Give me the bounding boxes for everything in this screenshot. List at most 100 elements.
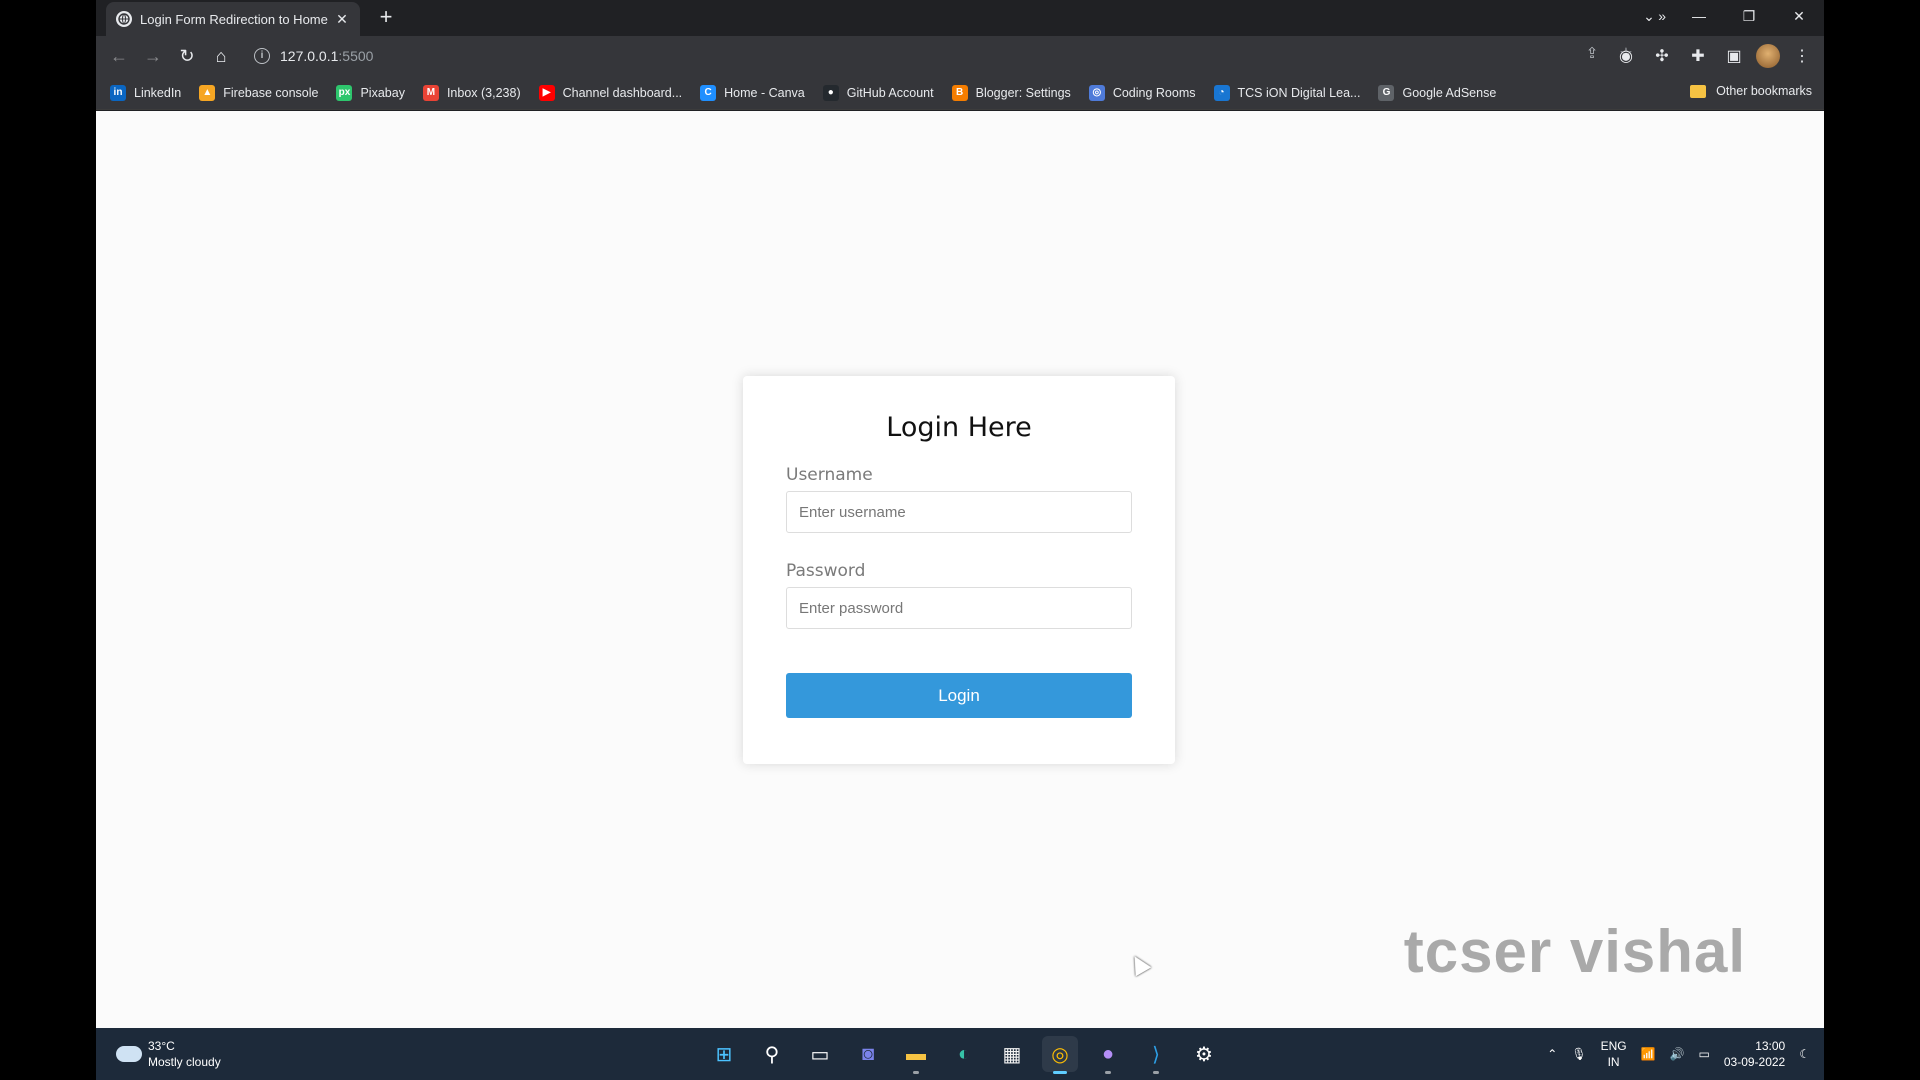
bookmark-label: LinkedIn [134, 85, 182, 100]
weather-widget[interactable]: 33°C Mostly cloudy [112, 1038, 221, 1070]
login-heading: Login Here [886, 412, 1032, 443]
login-button[interactable]: Login [786, 673, 1132, 718]
task-view-icon[interactable]: ▭ [802, 1036, 838, 1072]
bookmark-label: Firebase console [223, 85, 319, 100]
taskbar-apps: ⊞ ⚲ ▭ ◙ ▬ ◐ ▦ ◎ ● ⟩ ⚙ [706, 1036, 1222, 1074]
clock[interactable]: 13:00 03-09-2022 [1724, 1038, 1785, 1070]
settings-gear-icon[interactable]: ⚙ [1186, 1036, 1222, 1072]
tab-search-icon[interactable]: ⌄ [1624, 0, 1674, 32]
bookmark-label: Google AdSense [1402, 85, 1497, 100]
bookmark-label: Home - Canva [724, 85, 805, 100]
bookmark-item[interactable]: ◔ TCS iON Digital Lea... [1213, 84, 1360, 101]
search-icon[interactable]: ⚲ [754, 1036, 790, 1072]
github-icon: ● [822, 84, 839, 101]
reload-icon[interactable]: ↻ [170, 39, 204, 73]
bookmark-label: Coding Rooms [1112, 85, 1196, 100]
minimize-icon[interactable]: — [1674, 0, 1724, 32]
gmail-icon: M [422, 84, 439, 101]
bookmarks-bar: in LinkedIn ▲ Firebase console px Pixabay M Inb… [96, 76, 1824, 110]
language-indicator[interactable]: ENG IN [1601, 1038, 1627, 1070]
url-port: :5500 [338, 48, 374, 64]
tab-active[interactable]: Login Form Redirection to Home ✕ [106, 2, 360, 36]
notifications-icon[interactable]: ☾ [1799, 1047, 1810, 1061]
profile-avatar[interactable] [1756, 44, 1780, 68]
extension-icon[interactable]: ◉ [1612, 40, 1640, 72]
bookmark-item[interactable]: ▲ Firebase console [199, 84, 319, 101]
toolbar-extensions: ◉ ✣ ✚ ▣ ⋮ [1612, 40, 1816, 72]
tab-close-icon[interactable]: ✕ [334, 11, 350, 27]
tab-strip: Login Form Redirection to Home ✕ + ⌄ — ❐… [96, 0, 1824, 36]
bookmark-item[interactable]: ▶ Channel dashboard... [538, 84, 683, 101]
adsense-icon: G [1378, 84, 1395, 101]
blogger-icon: B [951, 84, 968, 101]
edge-icon[interactable]: ◐ [946, 1036, 982, 1072]
back-icon[interactable]: ← [102, 39, 136, 73]
bookmark-item[interactable]: M Inbox (3,238) [422, 84, 521, 101]
bookmark-label: Blogger: Settings [975, 85, 1071, 100]
firebase-icon: ▲ [199, 84, 216, 101]
language-code: ENG [1600, 1039, 1627, 1053]
window-controls: ⌄ — ❐ ✕ [1624, 0, 1824, 32]
restore-icon[interactable]: ❐ [1724, 0, 1774, 32]
bookmark-item[interactable]: ◎ Coding Rooms [1088, 84, 1196, 101]
taskbar: 33°C Mostly cloudy ⊞ ⚲ ▭ ◙ ▬ ◐ ▦ ◎ ● ⟩ ⚙… [96, 1028, 1824, 1080]
teams-chat-icon[interactable]: ◙ [850, 1036, 886, 1072]
pixabay-icon: px [336, 84, 353, 101]
tab-title: Login Form Redirection to Home [140, 11, 328, 27]
share-icon[interactable]: ⇪ [1582, 44, 1602, 64]
other-bookmarks-label: Other bookmarks [1716, 84, 1812, 98]
username-input[interactable] [786, 491, 1132, 533]
bookmarks-overflow-icon[interactable]: » [1658, 8, 1666, 24]
battery-icon[interactable]: ▭ [1699, 1047, 1710, 1061]
bookmark-item[interactable]: C Home - Canva [700, 84, 805, 101]
bookmark-item[interactable]: B Blogger: Settings [951, 84, 1071, 101]
new-tab-button[interactable]: + [374, 6, 398, 30]
extensions-puzzle-icon[interactable]: ✚ [1684, 40, 1712, 72]
menu-kebab-icon[interactable]: ⋮ [1788, 40, 1816, 72]
chrome-icon[interactable]: ◎ [1042, 1036, 1078, 1074]
forward-icon[interactable]: → [136, 39, 170, 73]
windows-start-icon[interactable]: ⊞ [706, 1036, 742, 1072]
bookmark-item[interactable]: G Google AdSense [1378, 84, 1497, 101]
browser-window: Login Form Redirection to Home ✕ + ⌄ — ❐… [96, 0, 1824, 1028]
youtube-icon: ▶ [538, 84, 555, 101]
microphone-icon[interactable]: 🎙 [1571, 1047, 1586, 1061]
bookmark-item[interactable]: ● GitHub Account [822, 84, 934, 101]
close-window-icon[interactable]: ✕ [1774, 0, 1824, 32]
password-label: Password [786, 561, 866, 581]
bookmark-label: GitHub Account [846, 85, 934, 100]
address-bar[interactable]: i 127.0.0.1:5500 [244, 40, 1634, 72]
region-code: IN [1607, 1055, 1620, 1069]
login-card: Login Here Username Password Login [743, 376, 1175, 764]
browser-toolbar: ← → ↻ ⌂ i 127.0.0.1:5500 ⇪ ☆ ◉ ✣ ✚ ▣ ⋮ [96, 36, 1824, 76]
bookmark-label: Channel dashboard... [562, 85, 683, 100]
canva-icon: C [700, 84, 717, 101]
side-panel-icon[interactable]: ▣ [1720, 40, 1748, 72]
codingrooms-icon: ◎ [1088, 84, 1105, 101]
cloud-icon [112, 1042, 142, 1062]
bookmark-label: Inbox (3,238) [446, 85, 521, 100]
vscode-icon[interactable]: ⟩ [1138, 1036, 1174, 1074]
tcs-ion-icon: ◔ [1213, 84, 1230, 101]
store-icon[interactable]: ▦ [994, 1036, 1030, 1072]
chevron-up-icon[interactable]: ⌃ [1547, 1047, 1557, 1061]
bookmark-label: Pixabay [360, 85, 405, 100]
folder-icon [1690, 84, 1707, 98]
date: 03-09-2022 [1723, 1055, 1786, 1069]
site-info-icon[interactable]: i [254, 48, 270, 64]
wifi-icon[interactable]: 📶 [1641, 1047, 1656, 1061]
password-input[interactable] [786, 587, 1132, 629]
github-desktop-icon[interactable]: ● [1090, 1036, 1126, 1074]
globe-icon [116, 11, 132, 27]
time: 13:00 [1755, 1039, 1786, 1053]
screen: Login Form Redirection to Home ✕ + ⌄ — ❐… [0, 0, 1920, 1080]
system-tray: ⌃ 🎙 ENG IN 📶 🔊 ▭ 13:00 03-09-2022 ☾ [1547, 1028, 1810, 1080]
extension-puzzle-placeholder-icon[interactable]: ✣ [1648, 40, 1676, 72]
bookmark-item[interactable]: in LinkedIn [110, 84, 182, 101]
other-bookmarks[interactable]: Other bookmarks [1690, 84, 1812, 98]
bookmark-item[interactable]: px Pixabay [336, 84, 405, 101]
mouse-cursor-icon [1126, 951, 1152, 977]
home-icon[interactable]: ⌂ [204, 39, 238, 73]
volume-icon[interactable]: 🔊 [1670, 1047, 1685, 1061]
file-explorer-icon[interactable]: ▬ [898, 1036, 934, 1074]
